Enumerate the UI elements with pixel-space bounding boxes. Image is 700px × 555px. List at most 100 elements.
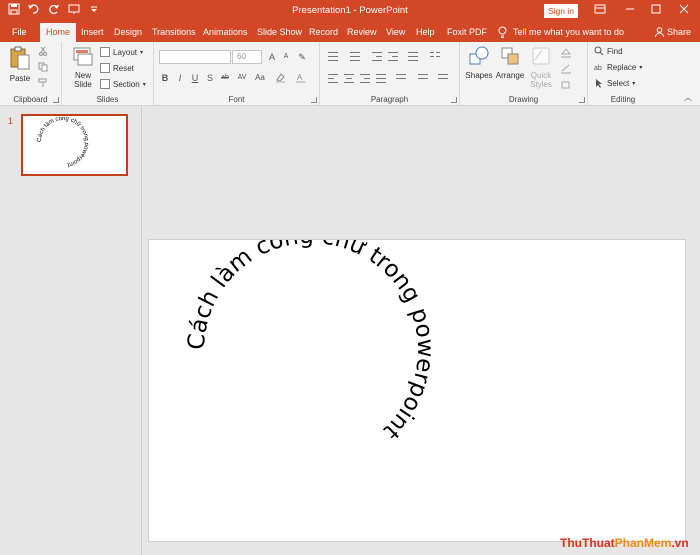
- shape-effects-icon[interactable]: [560, 80, 572, 90]
- tell-me-search[interactable]: Tell me what you want to do: [498, 22, 624, 42]
- reset-icon: [100, 63, 110, 73]
- watermark-part-2: PhanMem: [614, 536, 672, 550]
- bold-button[interactable]: B: [159, 72, 171, 84]
- tab-transitions[interactable]: Transitions: [152, 22, 196, 42]
- text-shadow-button[interactable]: S: [204, 72, 216, 84]
- collapse-ribbon-icon[interactable]: ︿: [684, 92, 692, 103]
- new-slide-label-1: New: [74, 71, 91, 80]
- find-label: Find: [607, 46, 623, 56]
- tab-review[interactable]: Review: [347, 22, 377, 42]
- minimize-icon[interactable]: [620, 2, 640, 20]
- cut-icon[interactable]: [38, 46, 48, 56]
- shapes-button[interactable]: Shapes: [464, 45, 494, 80]
- replace-button[interactable]: ab Replace ▾: [594, 62, 643, 73]
- drawing-launcher-icon[interactable]: [579, 97, 585, 103]
- slide-thumbnail[interactable]: Cách làm cong chữ trong powerpoint: [21, 114, 128, 176]
- replace-label: Replace: [607, 62, 637, 72]
- quick-styles-button[interactable]: Quick Styles: [526, 45, 556, 89]
- tab-record[interactable]: Record: [309, 22, 338, 42]
- italic-button[interactable]: I: [174, 72, 186, 84]
- watermark: ThuThuatPhanMem.vn: [560, 536, 689, 550]
- curved-text-art[interactable]: Cách làm cong chữ trong powerpoint: [149, 223, 687, 543]
- decrease-indent-icon[interactable]: [370, 50, 384, 62]
- align-right-icon[interactable]: [358, 72, 372, 84]
- font-name-input[interactable]: [159, 50, 231, 64]
- underline-button[interactable]: U: [189, 72, 201, 84]
- editing-group: Find ab Replace ▾ Select ▾ Editing: [588, 42, 658, 106]
- ribbon-display-options-icon[interactable]: [590, 2, 610, 20]
- replace-icon: ab: [594, 65, 602, 72]
- decrease-font-size-icon[interactable]: A: [280, 51, 292, 63]
- columns-icon[interactable]: [428, 50, 442, 62]
- select-button[interactable]: Select ▾: [594, 78, 635, 88]
- change-case-button[interactable]: Aa: [254, 72, 266, 84]
- shape-outline-icon[interactable]: [560, 64, 572, 74]
- tab-home[interactable]: Home: [40, 23, 77, 42]
- text-direction-icon[interactable]: [394, 72, 408, 84]
- share-button[interactable]: Share: [655, 22, 691, 42]
- share-label: Share: [667, 27, 692, 37]
- editing-label: Editing: [610, 95, 636, 104]
- strikethrough-button[interactable]: ab: [219, 72, 231, 84]
- section-button[interactable]: Section ▾: [100, 79, 146, 89]
- sign-in-button[interactable]: Sign in: [544, 4, 578, 18]
- section-icon: [100, 79, 110, 89]
- increase-font-size-icon[interactable]: A: [266, 51, 278, 63]
- line-spacing-icon[interactable]: [406, 50, 420, 62]
- align-text-icon[interactable]: [416, 72, 430, 84]
- tab-insert[interactable]: Insert: [81, 22, 104, 42]
- copy-icon[interactable]: [38, 62, 48, 72]
- tab-design[interactable]: Design: [114, 22, 142, 42]
- watermark-part-3: .vn: [671, 536, 689, 550]
- bullets-icon[interactable]: [326, 50, 340, 62]
- highlight-color-icon[interactable]: [274, 72, 286, 84]
- shape-fill-icon[interactable]: [560, 48, 572, 58]
- maximize-icon[interactable]: [646, 2, 666, 20]
- svg-text:A: A: [297, 73, 303, 82]
- slides-group: New Slide Layout ▾ Reset Section ▾ Slide…: [62, 42, 154, 106]
- drawing-group: Shapes Arrange Quick Styles Drawing: [460, 42, 588, 106]
- smartart-icon[interactable]: [436, 72, 450, 84]
- slide-curved-text: Cách làm cong chữ trong powerpoint: [184, 223, 438, 444]
- title-bar: Presentation1 - PowerPoint Sign in: [0, 0, 700, 22]
- character-spacing-button[interactable]: AV: [236, 72, 248, 84]
- tab-file[interactable]: File: [12, 22, 27, 42]
- font-size-input[interactable]: 60: [232, 50, 262, 64]
- font-color-icon[interactable]: A: [294, 72, 306, 84]
- increase-indent-icon[interactable]: [386, 50, 400, 62]
- layout-icon: [100, 47, 110, 57]
- thumbnail-curved-text: Cách làm cong chữ trong powerpoint: [37, 116, 89, 168]
- format-painter-icon[interactable]: [38, 78, 48, 88]
- tab-view[interactable]: View: [386, 22, 405, 42]
- find-button[interactable]: Find: [594, 46, 623, 56]
- close-icon[interactable]: [674, 2, 694, 20]
- align-center-icon[interactable]: [342, 72, 356, 84]
- paragraph-launcher-icon[interactable]: [451, 97, 457, 103]
- quick-styles-label-2: Styles: [530, 80, 552, 89]
- arrange-button[interactable]: Arrange: [495, 45, 525, 80]
- tab-foxit-pdf[interactable]: Foxit PDF: [447, 22, 487, 42]
- shapes-icon: [469, 46, 489, 65]
- align-left-icon[interactable]: [326, 72, 340, 84]
- font-launcher-icon[interactable]: [311, 97, 317, 103]
- paste-button[interactable]: Paste: [6, 46, 34, 83]
- clipboard-label: Clipboard: [13, 95, 48, 104]
- justify-icon[interactable]: [374, 72, 388, 84]
- tab-slide-show[interactable]: Slide Show: [257, 22, 302, 42]
- clipboard-group: Paste Clipboard: [0, 42, 62, 106]
- layout-label: Layout: [113, 47, 138, 57]
- tab-help[interactable]: Help: [416, 22, 435, 42]
- slide-number: 1: [8, 116, 14, 126]
- tell-me-label: Tell me what you want to do: [513, 27, 625, 37]
- font-label: Font: [228, 95, 245, 104]
- new-slide-button[interactable]: New Slide: [68, 45, 98, 89]
- slide-canvas[interactable]: Cách làm cong chữ trong powerpoint: [148, 223, 687, 543]
- layout-button[interactable]: Layout ▾: [100, 47, 143, 57]
- chevron-down-icon: ▾: [639, 64, 643, 71]
- watermark-part-1: ThuThuat: [560, 536, 615, 550]
- numbering-icon[interactable]: [348, 50, 362, 62]
- tab-animations[interactable]: Animations: [203, 22, 248, 42]
- reset-button[interactable]: Reset: [100, 63, 134, 73]
- clear-formatting-icon[interactable]: ✎: [296, 51, 308, 63]
- clipboard-launcher-icon[interactable]: [53, 97, 59, 103]
